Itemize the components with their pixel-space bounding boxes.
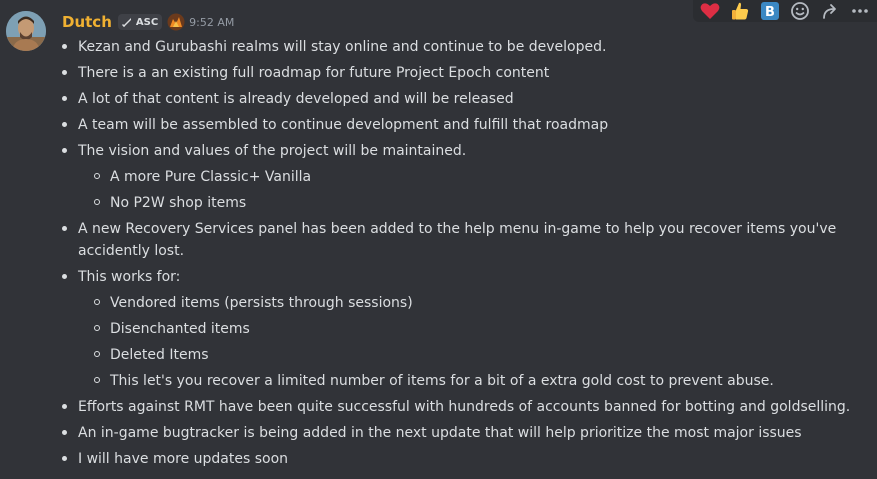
sub-list: A more Pure Classic+ Vanilla No P2W shop…	[78, 166, 872, 214]
list-item-text: The vision and values of the project wil…	[78, 143, 467, 159]
heart-reaction-button[interactable]	[698, 0, 722, 22]
message-header: Dutch ASC 9:52 AM	[62, 12, 234, 32]
list-item-text: A new Recovery Services panel has been a…	[78, 221, 837, 259]
sub-list-item: Vendored items (persists through session…	[94, 292, 872, 314]
list-item: There is a an existing full roadmap for …	[62, 62, 872, 84]
server-tag[interactable]: ASC	[117, 14, 163, 30]
message-content: Kezan and Gurubashi realms will stay onl…	[62, 36, 872, 474]
more-icon	[852, 9, 868, 13]
reply-button[interactable]	[818, 0, 842, 22]
list-item-text: A team will be assembled to continue dev…	[78, 117, 609, 133]
message-toolbar: B	[693, 0, 877, 22]
thumbs-up-reaction-button[interactable]	[728, 0, 752, 22]
list-item-text: Efforts against RMT have been quite succ…	[78, 399, 851, 415]
b-emoji-reaction-button[interactable]: B	[758, 0, 782, 22]
server-tag-label: ASC	[135, 16, 159, 28]
thumbs-up-icon	[732, 2, 749, 20]
list-item: A new Recovery Services panel has been a…	[62, 218, 872, 262]
list-item-text: I will have more updates soon	[78, 451, 289, 467]
list-item: I will have more updates soon	[62, 448, 872, 470]
sub-list-item-text: No P2W shop items	[110, 195, 247, 211]
role-icon[interactable]	[167, 13, 185, 31]
list-item: A lot of that content is already develop…	[62, 88, 872, 110]
b-emoji-icon: B	[761, 2, 779, 20]
list-item-text: A lot of that content is already develop…	[78, 91, 514, 107]
list-item-text: This works for:	[78, 269, 181, 285]
list-item: Efforts against RMT have been quite succ…	[62, 396, 872, 418]
sub-list-item: This let's you recover a limited number …	[94, 370, 872, 392]
sub-list-item-text: A more Pure Classic+ Vanilla	[110, 169, 312, 185]
timestamp: 9:52 AM	[189, 15, 235, 29]
sub-list-item: Deleted Items	[94, 344, 872, 366]
list-item: Kezan and Gurubashi realms will stay onl…	[62, 36, 872, 58]
avatar-image	[6, 11, 46, 51]
reply-icon	[823, 4, 836, 19]
sub-list: Vendored items (persists through session…	[78, 292, 872, 392]
list-item: The vision and values of the project wil…	[62, 140, 872, 214]
list-item: This works for: Vendored items (persists…	[62, 266, 872, 392]
chat-message: Dutch ASC 9:52 AM B Kezan and Gurubashi …	[0, 0, 877, 479]
sub-list-item-text: Vendored items (persists through session…	[110, 295, 413, 311]
sub-list-item: No P2W shop items	[94, 192, 872, 214]
add-reaction-icon	[791, 2, 809, 20]
list-item-text: Kezan and Gurubashi realms will stay onl…	[78, 39, 607, 55]
sub-list-item-text: This let's you recover a limited number …	[110, 373, 774, 389]
list-item: An in-game bugtracker is being added in …	[62, 422, 872, 444]
sub-list-item: Disenchanted items	[94, 318, 872, 340]
user-avatar[interactable]	[6, 11, 46, 51]
bullet-list: Kezan and Gurubashi realms will stay onl…	[62, 36, 872, 470]
username[interactable]: Dutch	[62, 13, 112, 31]
sub-list-item-text: Disenchanted items	[110, 321, 250, 337]
sub-list-item: A more Pure Classic+ Vanilla	[94, 166, 872, 188]
more-button[interactable]	[848, 0, 872, 22]
svg-text:B: B	[765, 5, 775, 20]
list-item: A team will be assembled to continue dev…	[62, 114, 872, 136]
add-reaction-button[interactable]	[788, 0, 812, 22]
sword-icon	[121, 18, 131, 27]
list-item-text: An in-game bugtracker is being added in …	[78, 425, 802, 441]
heart-icon	[700, 3, 720, 20]
list-item-text: There is a an existing full roadmap for …	[78, 65, 550, 81]
sub-list-item-text: Deleted Items	[110, 347, 209, 363]
